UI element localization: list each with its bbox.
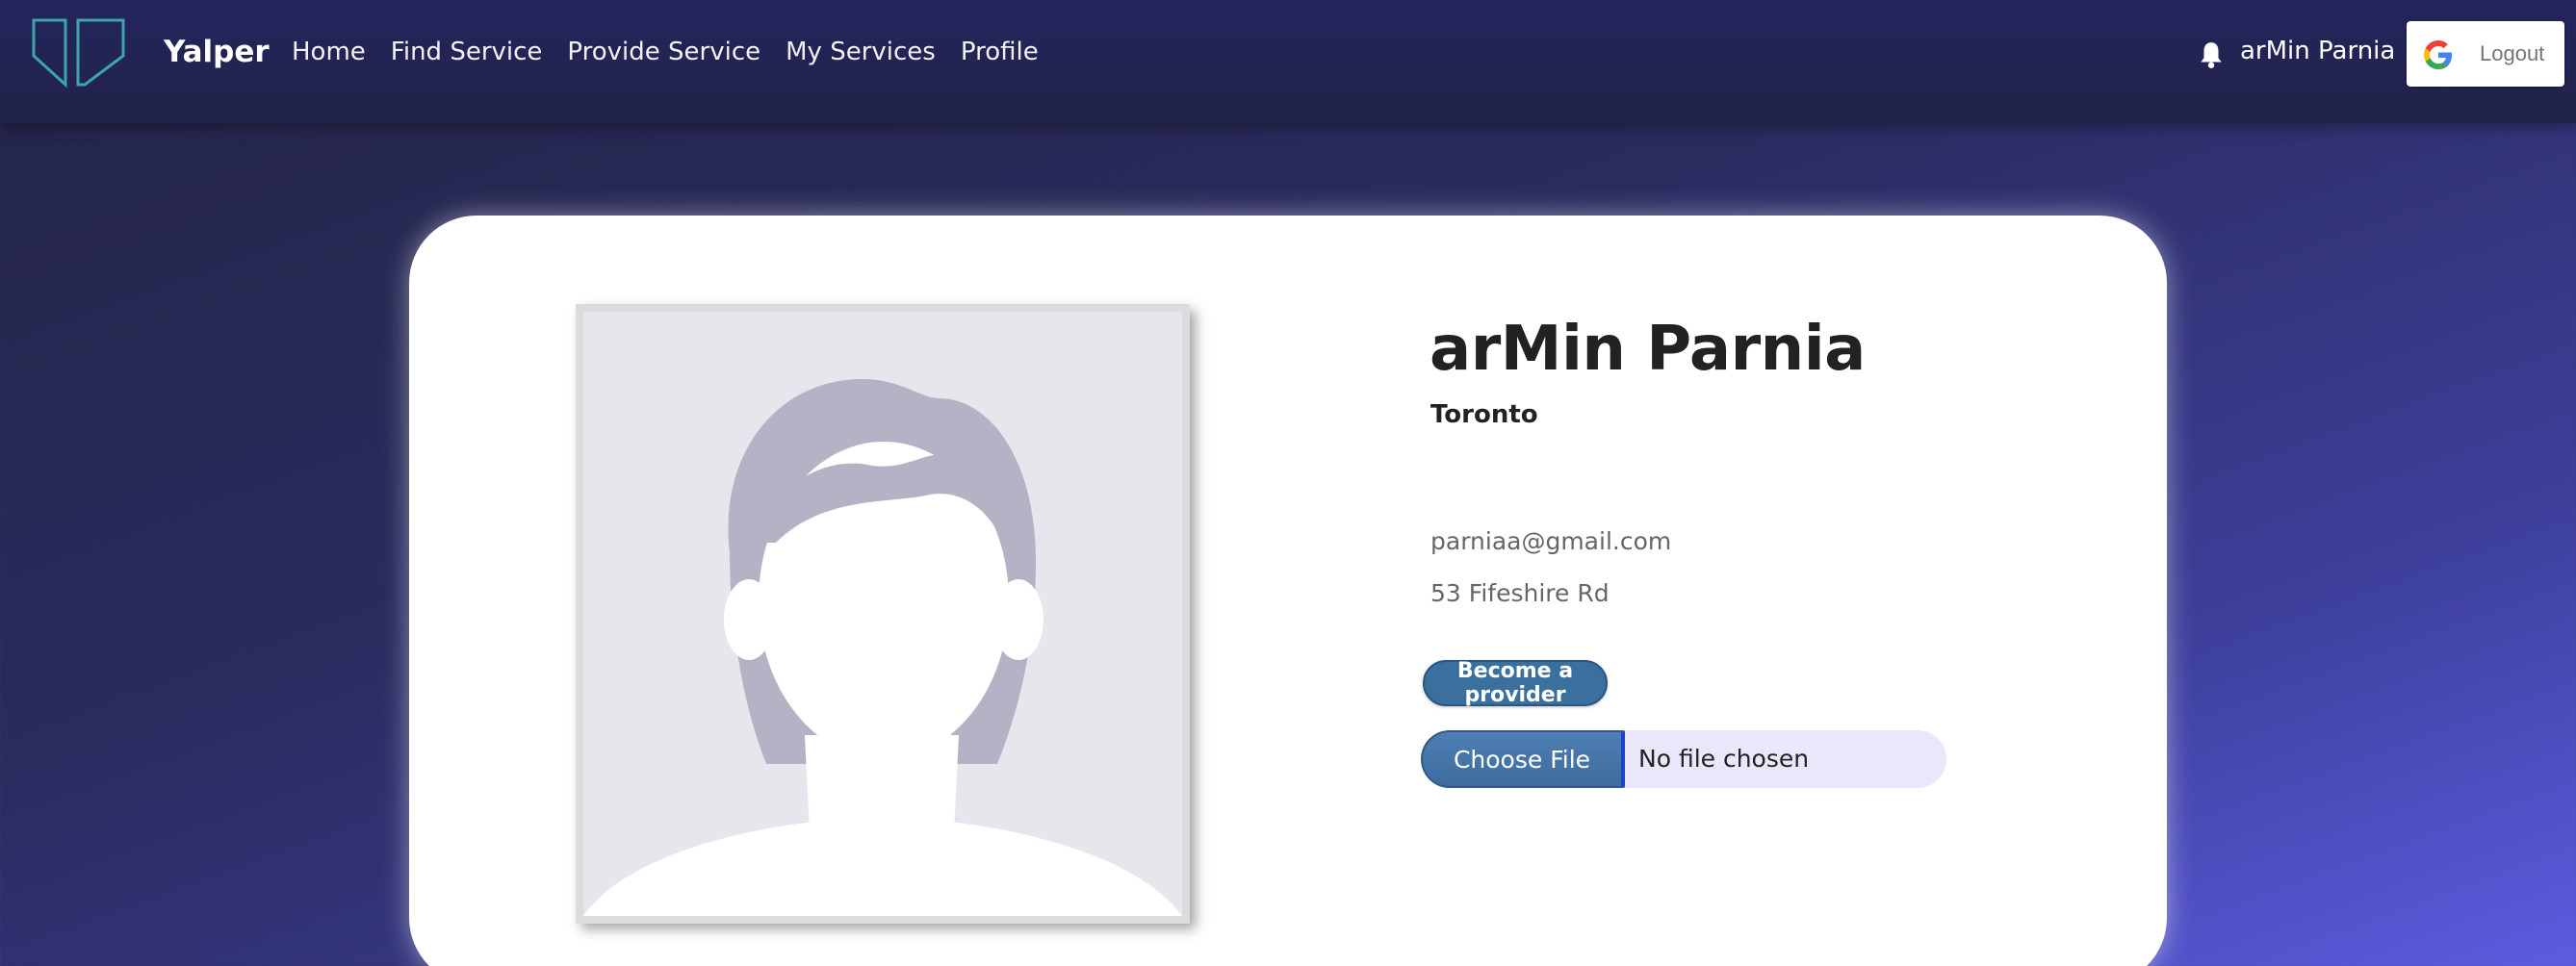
- nav-link-my-services[interactable]: My Services: [786, 38, 936, 66]
- profile-name: arMin Parnia: [1430, 314, 1866, 385]
- nav-link-home[interactable]: Home: [292, 38, 366, 66]
- yalper-logo-icon[interactable]: [31, 17, 127, 89]
- file-upload-input[interactable]: Choose File No file chosen: [1421, 730, 1946, 788]
- google-icon: [2424, 40, 2453, 69]
- top-navbar: Yalper Home Find Service Provide Service…: [0, 0, 2576, 123]
- nav-link-provide-service[interactable]: Provide Service: [567, 38, 760, 66]
- logout-label: Logout: [2480, 41, 2545, 65]
- brand-name[interactable]: Yalper: [164, 35, 270, 69]
- profile-city: Toronto: [1430, 400, 1538, 429]
- profile-email: parniaa@gmail.com: [1430, 527, 1672, 555]
- profile-card: arMin Parnia Toronto parniaa@gmail.com 5…: [409, 216, 2167, 966]
- logout-button[interactable]: Logout: [2407, 21, 2564, 87]
- file-status-text: No file chosen: [1638, 745, 1810, 773]
- profile-avatar: [576, 304, 1190, 924]
- nav-links: Home Find Service Provide Service My Ser…: [292, 38, 1039, 66]
- bell-icon[interactable]: [2199, 40, 2224, 69]
- nav-link-profile[interactable]: Profile: [961, 38, 1039, 66]
- profile-address: 53 Fifeshire Rd: [1430, 579, 1610, 607]
- choose-file-button[interactable]: Choose File: [1421, 730, 1625, 788]
- current-user-name[interactable]: arMin Parnia: [2240, 37, 2395, 65]
- default-avatar-icon: [583, 312, 1182, 916]
- become-provider-button[interactable]: Become a provider: [1423, 659, 1608, 707]
- nav-link-find-service[interactable]: Find Service: [391, 38, 543, 66]
